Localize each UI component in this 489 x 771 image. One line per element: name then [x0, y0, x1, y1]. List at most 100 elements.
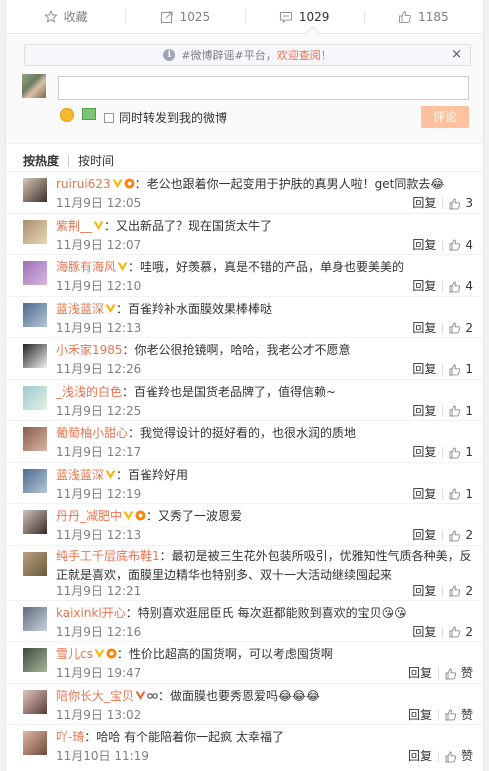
like-count[interactable]: 4 [465, 238, 473, 252]
like-icon[interactable] [445, 709, 457, 721]
username-link[interactable]: 陪你长大_宝贝 [56, 689, 134, 703]
avatar[interactable] [23, 731, 47, 755]
username-link[interactable]: 吖-琦 [56, 730, 84, 744]
reply-button[interactable]: 回复 [412, 321, 436, 335]
notice-link[interactable]: 欢迎查阅！ [277, 47, 332, 63]
list-item: 海豚有海风 ：哇哦，好羡慕，真是不错的产品，单身也要美美的 11月9日 12:10 回… [6, 254, 483, 296]
emoji-icon[interactable] [60, 108, 74, 122]
sort-by-time[interactable]: 按时间 [78, 152, 114, 169]
like-icon[interactable] [449, 405, 461, 417]
list-item: 紫荆__ ：又出新品了？现在国货太牛了 11月9日 12:07 回复 4 [6, 212, 483, 255]
avatar[interactable] [23, 510, 47, 534]
username-link[interactable]: 纯手工千层底布鞋1 [56, 549, 160, 563]
comment-text: ：百雀羚好用 [116, 467, 189, 482]
like-icon[interactable] [449, 585, 461, 597]
like-button[interactable]: 1185 [363, 0, 483, 33]
reply-button[interactable]: 回复 [408, 708, 432, 722]
reply-button[interactable]: 回复 [412, 363, 436, 376]
image-icon[interactable] [82, 108, 96, 120]
like-count[interactable]: 赞 [461, 667, 473, 680]
username-link[interactable]: 丹丹_减肥中 [56, 509, 122, 523]
comment-timestamp: 11月9日 12:21 [56, 583, 142, 598]
like-icon[interactable] [449, 447, 461, 459]
avatar[interactable] [23, 344, 47, 368]
forward-checkbox[interactable] [104, 112, 114, 123]
username-link[interactable]: _浅浅的白色 [56, 385, 122, 399]
reply-button[interactable]: 回复 [412, 529, 436, 542]
list-item: 陪你长大_宝贝 ：做面膜也要秀恩爱吗😂😂😂 11月9日 13:02 回复 赞 [6, 682, 483, 725]
close-icon[interactable]: × [451, 47, 462, 62]
comment-actions: 回复 2 [412, 321, 473, 335]
like-icon[interactable] [449, 281, 461, 293]
comment-input[interactable] [58, 76, 469, 100]
username-link[interactable]: 紫荆__ [56, 219, 92, 233]
username-link[interactable]: 小禾家1985 [56, 343, 123, 357]
forward-checkbox-label: 同时转发到我的微博 [119, 111, 228, 125]
avatar[interactable] [23, 689, 47, 714]
like-count[interactable]: 1 [465, 404, 473, 418]
username-link[interactable]: ruirui623 [56, 177, 111, 191]
like-icon[interactable] [449, 198, 461, 210]
like-icon[interactable] [445, 751, 457, 763]
favorite-button[interactable]: 收藏 [6, 0, 125, 33]
avatar[interactable] [23, 178, 47, 202]
like-count[interactable]: 2 [465, 529, 473, 542]
avatar[interactable] [23, 385, 47, 410]
reply-button[interactable]: 回复 [412, 446, 436, 459]
forward-checkbox-row[interactable]: 同时转发到我的微博 [104, 109, 227, 126]
like-count[interactable]: 赞 [461, 750, 473, 763]
list-item: 蓝浅蓝深 ：百雀羚好用 11月9日 12:19 回复 1 [6, 461, 483, 504]
avatar[interactable] [23, 468, 47, 493]
like-icon[interactable] [449, 364, 461, 376]
like-icon[interactable] [449, 530, 461, 542]
avatar[interactable] [23, 551, 47, 576]
like-count[interactable]: 3 [465, 197, 473, 210]
avatar[interactable] [23, 648, 47, 672]
like-count[interactable]: 2 [465, 584, 473, 598]
username-link[interactable]: kaixinkl开心 [56, 606, 126, 620]
reply-button[interactable]: 回复 [412, 404, 436, 418]
like-count[interactable]: 1 [465, 363, 473, 376]
comment-timestamp: 11月9日 13:02 [56, 707, 142, 722]
like-count[interactable]: 2 [465, 625, 473, 639]
username-link[interactable]: 雪儿cs [56, 647, 93, 661]
username-link[interactable]: 蓝浅蓝深 [56, 468, 104, 482]
reply-button[interactable]: 回复 [412, 625, 436, 639]
username-link[interactable]: 葡萄柚小甜心 [56, 426, 128, 440]
avatar[interactable] [23, 261, 47, 285]
like-count[interactable]: 1 [465, 487, 473, 501]
reply-button[interactable]: 回复 [412, 238, 436, 252]
like-count[interactable]: 2 [465, 321, 473, 335]
username-link[interactable]: 蓝浅蓝深 [56, 302, 104, 316]
reply-button[interactable]: 回复 [412, 487, 436, 501]
like-count[interactable]: 4 [465, 280, 473, 293]
comment-text-line: 纯手工千层底布鞋1：最初是被三生花外包装所吸引，优雅知性气质各种美，反正就是喜欢… [56, 547, 477, 585]
reply-button[interactable]: 回复 [412, 584, 436, 598]
reply-button[interactable]: 回复 [412, 197, 436, 210]
reply-button[interactable]: 回复 [412, 280, 436, 293]
like-icon[interactable] [449, 322, 461, 334]
comment-text-line: 蓝浅蓝深 ：百雀羚好用 [56, 468, 477, 482]
action-divider [442, 530, 444, 541]
like-icon[interactable] [449, 239, 461, 251]
sort-by-hot[interactable]: 按热度 [23, 152, 59, 169]
like-icon[interactable] [449, 626, 461, 638]
comment-actions: 回复 1 [412, 487, 473, 501]
avatar[interactable] [23, 606, 47, 631]
comment-button[interactable]: 1029 [244, 0, 364, 33]
reply-button[interactable]: 回复 [408, 750, 432, 763]
avatar[interactable] [23, 302, 47, 327]
avatar[interactable] [23, 427, 47, 451]
avatar[interactable] [23, 219, 47, 244]
like-icon[interactable] [445, 668, 457, 680]
like-count[interactable]: 1 [465, 446, 473, 459]
submit-comment-button[interactable]: 评论 [421, 106, 469, 128]
like-count[interactable]: 赞 [461, 708, 473, 722]
like-icon[interactable] [449, 488, 461, 500]
forward-button[interactable]: 1025 [125, 0, 244, 33]
comment-timestamp: 11月9日 12:10 [56, 279, 142, 293]
username-link[interactable]: 海豚有海风 [56, 260, 116, 274]
comment-actions: 回复 赞 [408, 708, 473, 722]
reply-button[interactable]: 回复 [408, 667, 432, 680]
input-row [22, 74, 469, 100]
